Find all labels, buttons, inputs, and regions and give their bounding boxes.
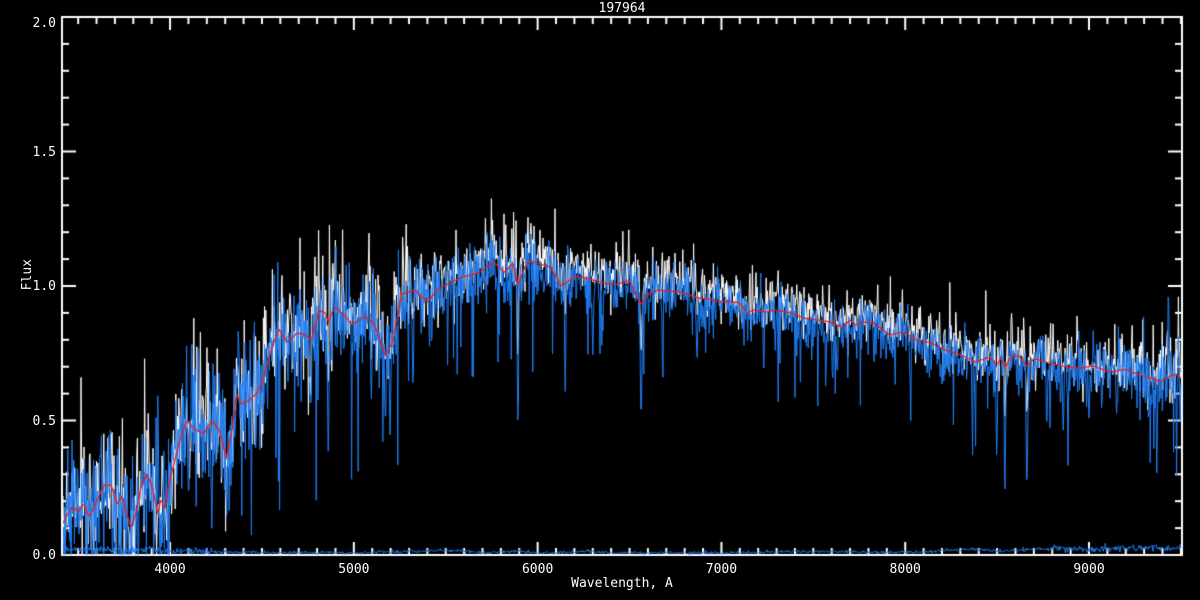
y-tick-label: 2.0: [32, 16, 56, 31]
y-tick-label: 0.0: [32, 548, 56, 563]
x-tick-label: 5000: [338, 562, 370, 577]
spectrum-canvas: [0, 0, 1200, 600]
x-tick-label: 8000: [889, 562, 921, 577]
y-tick-label: 1.0: [32, 279, 56, 294]
y-tick-label: 1.5: [32, 144, 56, 160]
x-tick-label: 6000: [521, 562, 554, 577]
spectrum-plot-figure: 197964 Wavelength, A Flux 4000 5000 6000 70…: [0, 0, 1200, 600]
plot-title: 197964: [598, 1, 646, 16]
x-tick-label: 4000: [154, 562, 186, 577]
x-tick-label: 9000: [1073, 562, 1105, 577]
y-tick-label: 0.5: [32, 413, 56, 429]
x-tick-label: 7000: [705, 562, 738, 577]
x-axis-label: Wavelength, A: [571, 576, 673, 591]
